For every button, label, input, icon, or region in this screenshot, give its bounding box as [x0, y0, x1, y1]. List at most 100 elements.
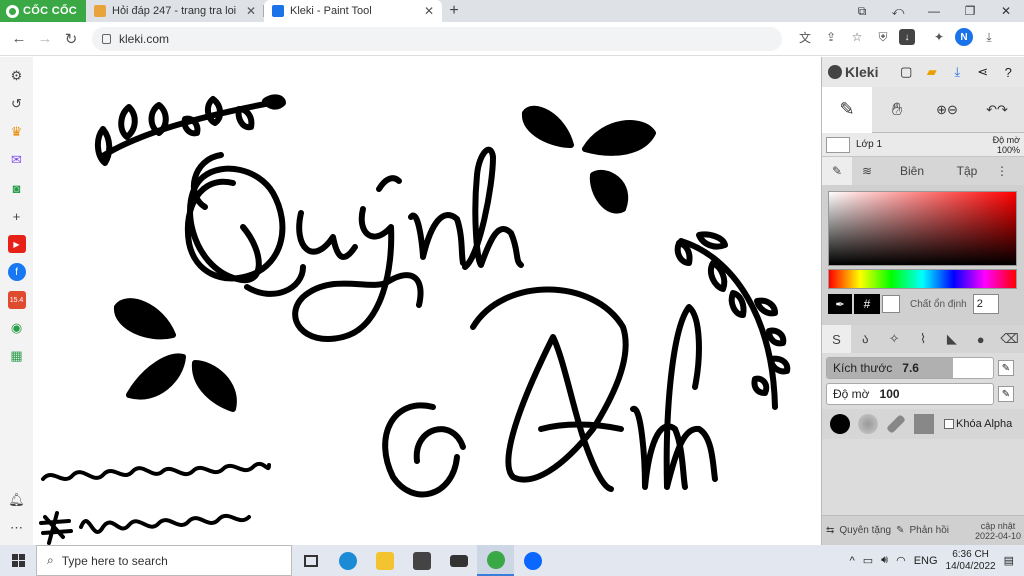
- more-icon[interactable]: ⋯: [8, 519, 26, 537]
- translate-icon[interactable]: 文: [795, 27, 815, 47]
- opacity-pressure-icon[interactable]: ✎: [998, 386, 1014, 402]
- history-icon[interactable]: ↺: [8, 95, 26, 113]
- minimize-button[interactable]: —: [916, 0, 952, 22]
- eyedropper-icon[interactable]: ✒: [828, 294, 852, 314]
- calendar-icon[interactable]: 15.4: [7, 291, 26, 309]
- feedback-link[interactable]: Phản hồi: [910, 525, 949, 536]
- shield-icon[interactable]: ⛨: [873, 27, 893, 47]
- tab-file[interactable]: Tập: [942, 157, 992, 185]
- update-info[interactable]: cập nhật 2022-04-10: [975, 521, 1021, 541]
- close-window-button[interactable]: ✕: [988, 0, 1024, 22]
- profile-avatar[interactable]: N: [955, 28, 973, 46]
- taskbar-search[interactable]: ⌕ Type here to search: [36, 545, 292, 576]
- opacity-slider[interactable]: Độ mờ 100 ✎: [826, 383, 1020, 405]
- language-indicator[interactable]: ENG: [914, 555, 938, 567]
- more-icon[interactable]: ⋮: [992, 157, 1012, 185]
- start-button[interactable]: [0, 554, 36, 567]
- share-icon[interactable]: ⋖: [973, 62, 993, 82]
- system-tray: ^ ▭ 🔊︎ ◠ ENG 6:36 CH 14/04/2022 ▤: [850, 549, 1024, 573]
- eraser-icon[interactable]: ⌫: [995, 325, 1024, 353]
- forward-button[interactable]: →: [32, 30, 58, 47]
- tab-hoidap247[interactable]: Hỏi đáp 247 - trang tra loi ✕: [86, 0, 264, 22]
- extensions-icon[interactable]: ✦: [929, 27, 949, 47]
- help-icon[interactable]: ?: [998, 62, 1018, 82]
- game-controller-icon[interactable]: ◙: [8, 179, 26, 197]
- downloads-icon[interactable]: ⤓: [979, 27, 999, 47]
- chemy-brush-icon[interactable]: ◣: [937, 325, 966, 353]
- crown-icon[interactable]: ♛: [8, 123, 26, 141]
- new-file-icon[interactable]: ▢: [896, 62, 916, 82]
- spreadsheet-icon[interactable]: ▦: [8, 347, 26, 365]
- youtube-icon[interactable]: ▶: [7, 235, 26, 253]
- back-history-icon[interactable]: ⤺: [880, 0, 916, 22]
- add-icon[interactable]: +: [8, 207, 26, 225]
- file-explorer-icon[interactable]: [366, 545, 403, 576]
- lock-alpha-label: Khóa Alpha: [956, 418, 1013, 430]
- coccoc-app-icon[interactable]: [477, 545, 514, 576]
- tip-chisel[interactable]: [884, 412, 908, 436]
- save-download-icon[interactable]: ⤓: [947, 62, 967, 82]
- wifi-icon[interactable]: ◠: [896, 554, 906, 567]
- saturation-value-picker[interactable]: [828, 191, 1017, 266]
- restore-button[interactable]: ❐: [952, 0, 988, 22]
- pen-brush-icon[interactable]: S: [822, 325, 851, 353]
- mail-icon[interactable]: [440, 545, 477, 576]
- messenger-icon[interactable]: ✉: [8, 151, 26, 169]
- layer-row[interactable]: Lớp 1 Độ mờ 100%: [822, 133, 1024, 157]
- hex-input-button[interactable]: #: [854, 294, 880, 314]
- edge-icon[interactable]: [329, 545, 366, 576]
- battery-icon[interactable]: ▭: [863, 554, 873, 567]
- blend-brush-icon[interactable]: ა: [851, 325, 880, 353]
- clock[interactable]: 6:36 CH 14/04/2022: [946, 549, 996, 573]
- hue-slider[interactable]: [828, 269, 1017, 289]
- tab-layers[interactable]: ≋: [852, 157, 882, 185]
- tab-close-icon[interactable]: ✕: [424, 4, 434, 18]
- back-button[interactable]: ←: [6, 30, 32, 47]
- sketchy-brush-icon[interactable]: ✧: [880, 325, 909, 353]
- window-controls: ⧉ ⤺ — ❐ ✕: [844, 0, 1024, 22]
- size-slider[interactable]: Kích thước 7.6 ✎: [826, 357, 1020, 379]
- kleki-logo[interactable]: Kleki: [828, 64, 878, 80]
- new-tab-button[interactable]: +: [442, 0, 466, 22]
- bookmark-star-icon[interactable]: ☆: [847, 27, 867, 47]
- letter-a: [470, 286, 629, 492]
- reload-button[interactable]: ↻: [58, 30, 84, 48]
- size-pressure-icon[interactable]: ✎: [998, 360, 1014, 376]
- secondary-color-swatch[interactable]: [882, 295, 900, 313]
- coccoc-logo[interactable]: CỐC CỐC: [0, 0, 86, 22]
- chat-icon[interactable]: ◉: [8, 319, 26, 337]
- tip-square[interactable]: [912, 412, 936, 436]
- settings-gear-icon[interactable]: ⚙: [8, 67, 26, 85]
- drawing-canvas[interactable]: [33, 57, 821, 545]
- url-input[interactable]: kleki.com: [92, 27, 782, 51]
- drop: [522, 105, 574, 148]
- hand-tool-icon[interactable]: ✋︎: [872, 87, 922, 133]
- smudge-brush-icon[interactable]: ●: [966, 325, 995, 353]
- share-icon[interactable]: ⇪: [821, 27, 841, 47]
- brush-tool-icon[interactable]: ✎: [822, 86, 872, 133]
- download-page-icon[interactable]: ↓: [899, 29, 915, 45]
- open-folder-icon[interactable]: ▰: [922, 62, 942, 82]
- tab-kleki[interactable]: Kleki - Paint Tool ✕: [264, 0, 442, 22]
- stabilizer-select[interactable]: 2: [972, 294, 999, 314]
- zoom-icon[interactable]: ⊕⊖: [922, 87, 972, 133]
- chevron-up-icon[interactable]: ^: [850, 555, 855, 567]
- swap-icon[interactable]: ⇆: [826, 525, 834, 536]
- task-view-icon[interactable]: [292, 545, 329, 576]
- undo-redo-icon[interactable]: ↶↷: [972, 87, 1022, 133]
- screenshot-icon[interactable]: ⧉: [844, 0, 880, 22]
- volume-icon[interactable]: 🔊︎: [881, 554, 888, 567]
- notification-icon[interactable]: ▤: [1004, 554, 1014, 567]
- store-icon[interactable]: [403, 545, 440, 576]
- tip-solid-circle[interactable]: [828, 412, 852, 436]
- tab-close-icon[interactable]: ✕: [246, 4, 256, 18]
- tab-brush[interactable]: ✎: [822, 157, 852, 185]
- notification-bell-icon[interactable]: 🔔︎: [8, 491, 26, 509]
- facebook-icon[interactable]: f: [7, 263, 26, 281]
- pixel-brush-icon[interactable]: ⌇: [909, 325, 938, 353]
- lock-alpha-checkbox[interactable]: Khóa Alpha: [944, 418, 1012, 430]
- zalo-icon[interactable]: [514, 545, 551, 576]
- tab-edit[interactable]: Biên: [882, 157, 942, 185]
- tip-soft-circle[interactable]: [856, 412, 880, 436]
- donate-link[interactable]: Quyên tặng: [839, 525, 891, 536]
